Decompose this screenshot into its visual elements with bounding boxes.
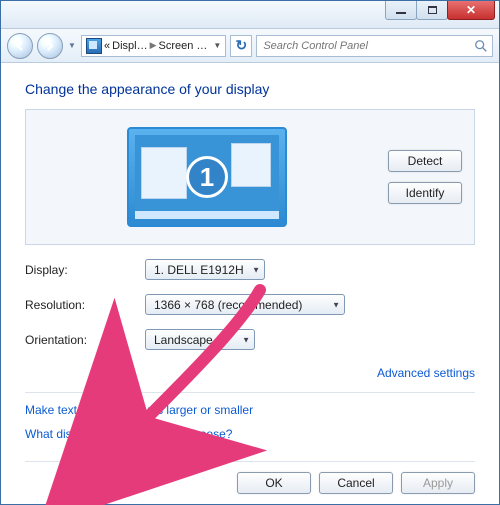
display-value: 1. DELL E1912H (154, 263, 244, 277)
maximize-icon (428, 6, 437, 14)
close-button[interactable]: ✕ (447, 1, 495, 20)
display-dropdown[interactable]: 1. DELL E1912H ▼ (145, 259, 265, 280)
resolution-dropdown[interactable]: 1366 × 768 (recommended) ▼ (145, 294, 345, 315)
refresh-icon: ↻ (235, 37, 247, 54)
forward-arrow-icon (44, 40, 56, 52)
page-title: Change the appearance of your display (25, 81, 475, 97)
nav-bar: ▼ « Displ… ▶ Screen … ▼ ↻ (1, 29, 499, 63)
search-box[interactable] (256, 35, 493, 57)
apply-button[interactable]: Apply (401, 472, 475, 494)
breadcrumb-dropdown-icon[interactable]: ▼ (213, 41, 221, 50)
maximize-button[interactable] (416, 1, 448, 20)
resolution-value: 1366 × 768 (recommended) (154, 298, 302, 312)
window-frame: ✕ ▼ « Displ… ▶ Screen … ▼ ↻ Change the a… (0, 0, 500, 505)
resolution-label: Resolution: (25, 298, 145, 312)
resolution-row: Resolution: 1366 × 768 (recommended) ▼ (25, 294, 475, 315)
identify-button[interactable]: Identify (388, 182, 462, 204)
help-links: Make text and other items larger or smal… (25, 403, 475, 441)
back-arrow-icon (14, 40, 26, 52)
breadcrumb-separator-icon: ▶ (150, 40, 157, 51)
chevron-down-icon: ▼ (242, 335, 250, 344)
orientation-value: Landscape (154, 333, 213, 347)
monitor-number-badge: 1 (186, 156, 228, 198)
text-size-link[interactable]: Make text and other items larger or smal… (25, 403, 475, 417)
breadcrumb-prefix: « (104, 40, 110, 52)
orientation-row: Orientation: Landscape ▼ (25, 329, 475, 350)
back-button[interactable] (7, 33, 33, 59)
search-input[interactable] (261, 39, 474, 53)
search-icon (474, 39, 488, 53)
control-panel-icon (86, 38, 102, 54)
advanced-settings-link[interactable]: Advanced settings (377, 366, 475, 380)
display-row: Display: 1. DELL E1912H ▼ (25, 259, 475, 280)
refresh-button[interactable]: ↻ (230, 35, 252, 57)
minimize-button[interactable] (385, 1, 417, 20)
orientation-label: Orientation: (25, 333, 145, 347)
divider (25, 392, 475, 393)
nav-history-dropdown[interactable]: ▼ (67, 41, 77, 50)
orientation-dropdown[interactable]: Landscape ▼ (145, 329, 255, 350)
display-preview[interactable]: 1 (34, 127, 380, 227)
close-icon: ✕ (466, 4, 476, 16)
monitor-thumbnail[interactable]: 1 (127, 127, 287, 227)
cancel-button[interactable]: Cancel (319, 472, 393, 494)
titlebar: ✕ (1, 1, 499, 29)
content-area: Change the appearance of your display 1 … (1, 63, 499, 504)
minimize-icon (396, 12, 406, 14)
breadcrumb[interactable]: « Displ… ▶ Screen … ▼ (81, 35, 226, 57)
dialog-buttons: OK Cancel Apply (25, 461, 475, 494)
breadcrumb-part-1[interactable]: Displ… (112, 40, 147, 52)
caption-buttons: ✕ (386, 1, 495, 20)
chevron-down-icon: ▼ (332, 300, 340, 309)
preview-buttons: Detect Identify (380, 150, 466, 204)
breadcrumb-part-2[interactable]: Screen … (159, 40, 208, 52)
detect-button[interactable]: Detect (388, 150, 462, 172)
chevron-down-icon: ▼ (252, 265, 260, 274)
display-help-link[interactable]: What display settings should I choose? (25, 427, 475, 441)
display-preview-panel: 1 Detect Identify (25, 109, 475, 245)
forward-button[interactable] (37, 33, 63, 59)
advanced-row: Advanced settings (25, 366, 475, 380)
display-label: Display: (25, 263, 145, 277)
ok-button[interactable]: OK (237, 472, 311, 494)
